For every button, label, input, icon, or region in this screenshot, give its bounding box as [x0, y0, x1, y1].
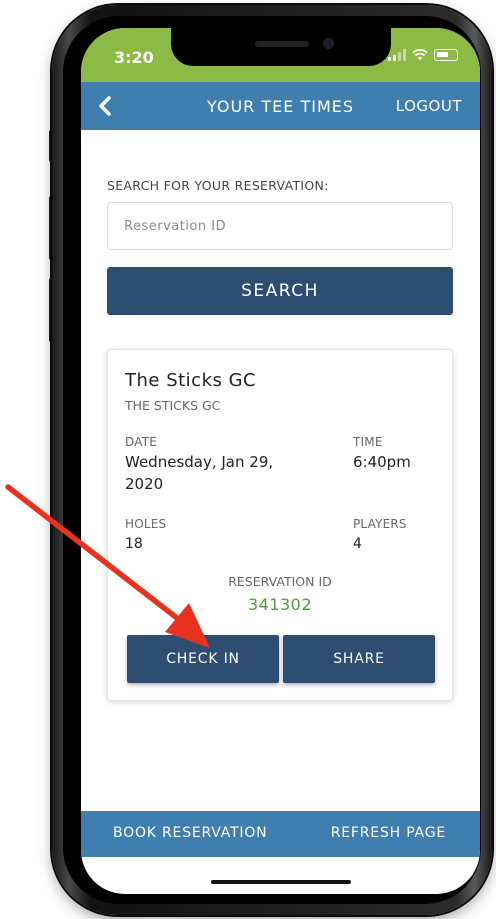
- date-value-line1: Wednesday, Jan 29,: [125, 453, 274, 471]
- reservation-id-input[interactable]: [107, 202, 453, 250]
- course-subtitle: THE STICKS GC: [125, 398, 221, 413]
- home-indicator[interactable]: [211, 880, 351, 884]
- search-button[interactable]: SEARCH: [107, 267, 453, 315]
- front-camera: [323, 38, 334, 49]
- notch: [171, 28, 391, 66]
- holes-label: HOLES: [125, 517, 167, 531]
- reservation-card: The Sticks GC THE STICKS GC DATE Wednesd…: [107, 349, 453, 701]
- holes-value: 18: [125, 536, 143, 552]
- check-in-button[interactable]: CHECK IN: [127, 635, 279, 683]
- players-value: 4: [353, 536, 362, 552]
- signal-icon: [388, 49, 406, 61]
- wifi-icon: [412, 49, 428, 61]
- date-value-line2: 2020: [125, 475, 164, 493]
- status-time: 3:20: [114, 48, 154, 67]
- search-label: SEARCH FOR YOUR RESERVATION:: [107, 178, 329, 193]
- date-label: DATE: [125, 435, 158, 449]
- share-button[interactable]: SHARE: [283, 635, 435, 683]
- reservation-id-value: 341302: [247, 595, 313, 614]
- battery-icon: [434, 49, 458, 61]
- status-icons: [388, 49, 458, 61]
- logout-link[interactable]: LOGOUT: [396, 97, 462, 115]
- reservation-id-label: RESERVATION ID: [228, 574, 332, 589]
- bottom-nav: BOOK RESERVATION REFRESH PAGE: [81, 811, 480, 857]
- time-label: TIME: [353, 435, 383, 449]
- refresh-page-link[interactable]: REFRESH PAGE: [331, 825, 446, 841]
- phone-screen: 3:20 YOUR TEE TIMES LOGOUT SEARCH FOR YO…: [81, 28, 480, 894]
- speaker: [255, 41, 309, 47]
- status-bar: 3:20: [81, 28, 480, 82]
- players-label: PLAYERS: [353, 517, 407, 531]
- course-name: The Sticks GC: [125, 370, 257, 391]
- book-reservation-link[interactable]: BOOK RESERVATION: [113, 825, 267, 841]
- app-header: YOUR TEE TIMES LOGOUT: [81, 82, 480, 130]
- time-value: 6:40pm: [353, 453, 411, 471]
